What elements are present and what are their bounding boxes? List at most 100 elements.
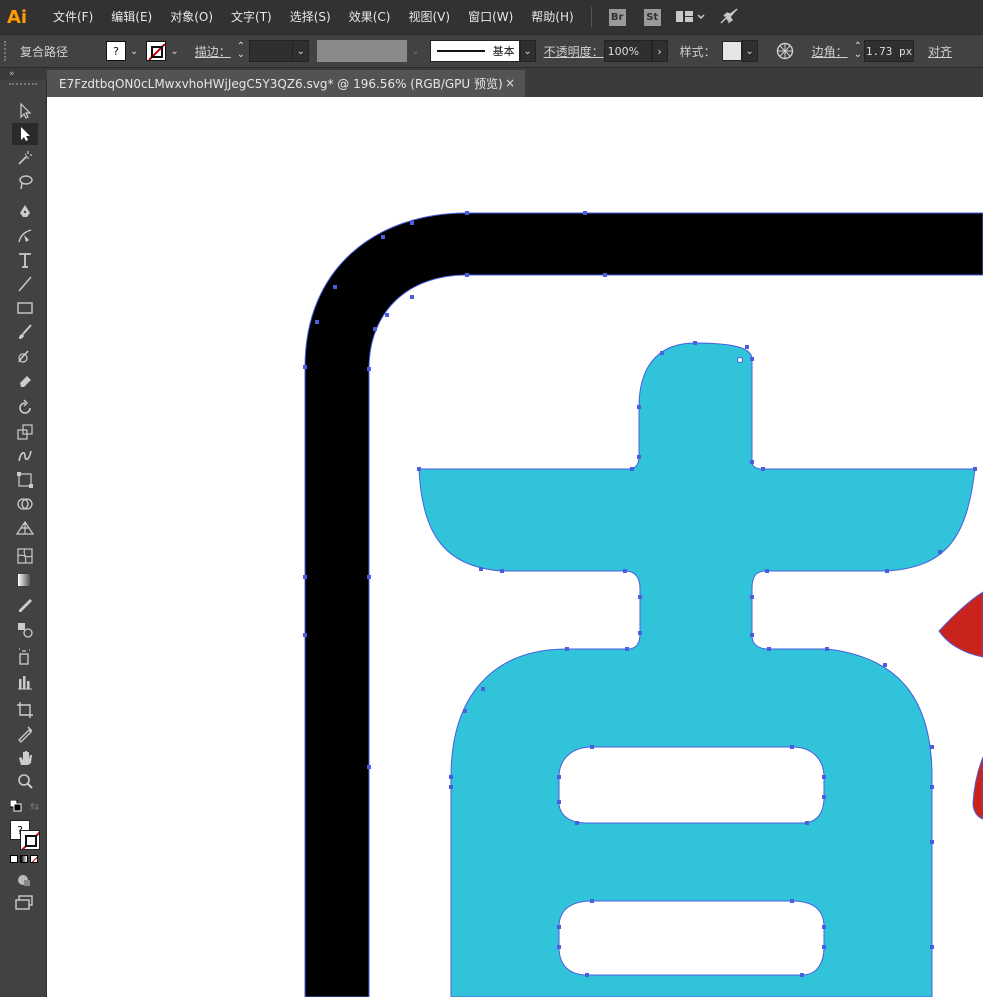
stroke-weight-dropdown[interactable]: ⌄ [293, 40, 310, 62]
anchor-point[interactable] [465, 273, 469, 277]
shape-builder-button[interactable] [12, 493, 38, 515]
opacity-label[interactable]: 不透明度： [544, 43, 604, 60]
anchor-point[interactable] [417, 467, 421, 471]
opacity-dropdown[interactable]: › [651, 40, 668, 62]
stroke-swatch[interactable] [146, 41, 167, 61]
variable-width-chevron-icon[interactable]: ⌄ [411, 46, 419, 57]
document-tab[interactable]: E7FzdtbqON0cLMwxvhoHWjJegC5Y3QZ6.svg* @ … [47, 70, 525, 97]
red-shape-path[interactable] [938, 591, 983, 658]
free-transform-button[interactable] [12, 469, 38, 491]
symbol-sprayer-button[interactable] [12, 646, 38, 668]
anchor-point[interactable] [315, 320, 319, 324]
anchor-point[interactable] [800, 973, 804, 977]
pen-tool-button[interactable] [12, 201, 38, 223]
line-tool-button[interactable] [12, 273, 38, 295]
menu-type[interactable]: 文字(T) [222, 0, 281, 34]
anchor-point[interactable] [885, 569, 889, 573]
fill-swatch[interactable]: ? [106, 41, 126, 61]
panel-collapse-icon[interactable]: » [9, 69, 15, 79]
anchor-point[interactable] [625, 647, 629, 651]
tools-panel-grip[interactable] [9, 83, 37, 87]
menu-window[interactable]: 窗口(W) [459, 0, 522, 34]
graphic-style-dropdown[interactable]: ⌄ [741, 40, 758, 62]
anchor-point[interactable] [883, 663, 887, 667]
perspective-grid-button[interactable] [12, 517, 38, 539]
menu-view[interactable]: 视图(V) [399, 0, 459, 34]
anchor-point[interactable] [557, 945, 561, 949]
anchor-point[interactable] [825, 647, 829, 651]
stroke-weight-stepper-icon[interactable]: ⌃ ⌄ [237, 42, 245, 60]
paintbrush-button[interactable] [12, 321, 38, 343]
anchor-point[interactable] [410, 295, 414, 299]
anchor-point[interactable] [765, 569, 769, 573]
anchor-point[interactable] [630, 467, 634, 471]
screen-mode-icon[interactable] [15, 895, 33, 914]
bridge-button[interactable]: Br [608, 8, 626, 26]
artwork[interactable] [47, 97, 983, 997]
anchor-point[interactable] [750, 595, 754, 599]
red-shape-path-2[interactable] [972, 756, 983, 820]
rectangle-tool-button[interactable] [12, 297, 38, 319]
anchor-point[interactable] [822, 775, 826, 779]
anchor-point[interactable] [481, 687, 485, 691]
recolor-artwork-icon[interactable] [776, 42, 794, 60]
anchor-point[interactable] [373, 327, 377, 331]
anchor-point[interactable] [693, 341, 697, 345]
anchor-point[interactable] [500, 569, 504, 573]
menu-edit[interactable]: 编辑(E) [102, 0, 161, 34]
anchor-point[interactable] [750, 357, 754, 361]
anchor-point[interactable] [585, 973, 589, 977]
menu-file[interactable]: 文件(F) [44, 0, 102, 34]
anchor-point[interactable] [565, 647, 569, 651]
artboard-tool-button[interactable] [12, 699, 38, 721]
swap-fill-stroke-icon[interactable]: ⇆ [30, 800, 39, 813]
anchor-point[interactable] [333, 285, 337, 289]
eraser-button[interactable] [12, 369, 38, 391]
anchor-point[interactable] [637, 455, 641, 459]
none-icon[interactable] [30, 855, 38, 863]
anchor-point[interactable] [638, 595, 642, 599]
cyan-glyph-path[interactable] [418, 342, 976, 997]
menu-help[interactable]: 帮助(H) [522, 0, 582, 34]
selection-tool-button[interactable] [12, 100, 38, 122]
artboard-canvas[interactable] [47, 97, 983, 997]
warp-tool-button[interactable] [12, 445, 38, 467]
menu-effect[interactable]: 效果(C) [340, 0, 400, 34]
slice-tool-button[interactable] [12, 723, 38, 745]
magic-wand-button[interactable] [12, 147, 38, 169]
anchor-point[interactable] [790, 899, 794, 903]
lasso-button[interactable] [12, 171, 38, 193]
opacity-input[interactable]: 100% [603, 40, 652, 62]
anchor-point[interactable] [761, 467, 765, 471]
anchor-point[interactable] [385, 313, 389, 317]
shaper-tool-button[interactable] [12, 345, 38, 367]
anchor-point[interactable] [303, 365, 307, 369]
anchor-point[interactable] [623, 569, 627, 573]
anchor-point[interactable] [660, 351, 664, 355]
zoom-tool-button[interactable] [12, 771, 38, 793]
anchor-point[interactable] [367, 575, 371, 579]
hand-tool-button[interactable] [12, 747, 38, 769]
menu-object[interactable]: 对象(O) [161, 0, 222, 34]
gradient-tool-button[interactable] [12, 569, 38, 591]
anchor-point[interactable] [410, 221, 414, 225]
color-mode-buttons[interactable] [10, 855, 38, 863]
anchor-point[interactable] [367, 367, 371, 371]
stroke-weight-input[interactable] [249, 40, 294, 62]
anchor-point[interactable] [750, 633, 754, 637]
variable-width-profile[interactable] [317, 40, 408, 62]
stroke-color-box[interactable] [20, 830, 40, 850]
corner-label[interactable]: 边角： [812, 43, 848, 60]
anchor-point[interactable] [745, 345, 749, 349]
workspace-switcher-icon[interactable] [675, 9, 706, 25]
eyedropper-button[interactable] [12, 595, 38, 617]
anchor-point[interactable] [303, 575, 307, 579]
anchor-point[interactable] [930, 745, 934, 749]
scale-tool-button[interactable] [12, 421, 38, 443]
gradient-icon[interactable] [20, 855, 28, 863]
anchor-point[interactable] [465, 211, 469, 215]
anchor-point[interactable] [381, 235, 385, 239]
anchor-point[interactable] [805, 821, 809, 825]
anchor-point[interactable] [638, 631, 642, 635]
mesh-tool-button[interactable] [12, 545, 38, 567]
